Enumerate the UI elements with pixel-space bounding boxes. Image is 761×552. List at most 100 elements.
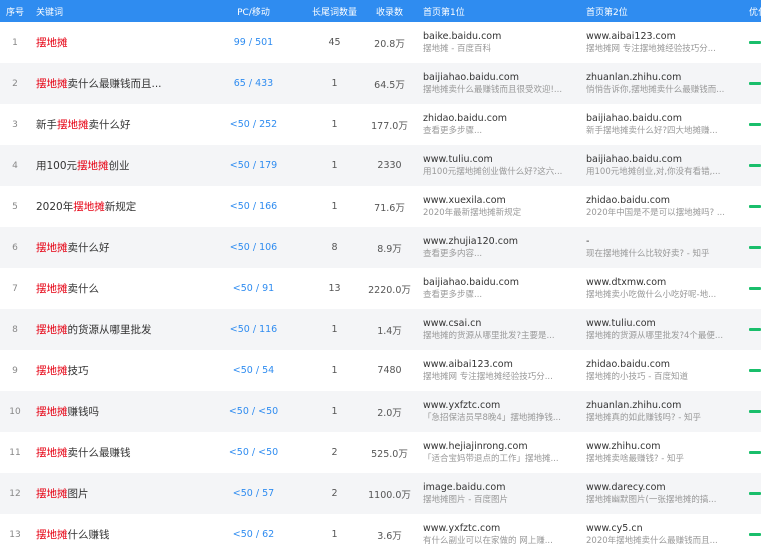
keyword-cell[interactable]: 新手摆地摊卖什么好 [30,104,200,145]
pc-mobile-value[interactable]: <50 / 179 [200,145,307,186]
table-row[interactable]: 2 摆地摊卖什么最赚钱而且... 65 / 433 1 64.5万 baijiahao.b… [0,63,761,104]
site-url[interactable]: www.tuliu.com [423,153,580,166]
table-row[interactable]: 6 摆地摊卖什么好 <50 / 106 8 8.9万 www.zhujia120.com 查… [0,227,761,268]
table-row[interactable]: 1 摆地摊 99 / 501 45 20.8万 baike.baidu.com 摆地摊 - … [0,22,761,63]
keyword-cell[interactable]: 摆地摊赚钱吗 [30,391,200,432]
keyword-cell[interactable]: 摆地摊什么赚钱 [30,514,200,552]
site-description[interactable]: 摆地摊的小技巧 - 百度知道 [586,371,743,384]
site-url[interactable]: www.zhujia120.com [423,235,580,248]
pc-mobile-value[interactable]: <50 / 91 [200,268,307,309]
pc-mobile-value[interactable]: 99 / 501 [200,22,307,63]
site-url[interactable]: www.xuexila.com [423,194,580,207]
keyword-cell[interactable]: 摆地摊 [30,22,200,63]
keyword-cell[interactable]: 摆地摊图片 [30,473,200,514]
table-row[interactable]: 8 摆地摊的货源从哪里批发 <50 / 116 1 1.4万 www.csai.cn 摆地摊… [0,309,761,350]
pc-mobile-value[interactable]: <50 / 116 [200,309,307,350]
pc-mobile-value[interactable]: <50 / <50 [200,432,307,473]
site-url[interactable]: baijiahao.baidu.com [423,71,580,84]
table-row[interactable]: 4 用100元摆地摊创业 <50 / 179 1 2330 www.tuliu.com 用1… [0,145,761,186]
table-row[interactable]: 10 摆地摊赚钱吗 <50 / <50 1 2.0万 www.yxfztc.com 「急招保… [0,391,761,432]
pc-mobile-value[interactable]: 65 / 433 [200,63,307,104]
site-description[interactable]: 摆地摊 - 百度百科 [423,43,580,56]
keyword-cell[interactable]: 摆地摊卖什么 [30,268,200,309]
site-url[interactable]: www.zhihu.com [586,440,743,453]
site-description[interactable]: 摆地摊卖啥最赚钱? - 知乎 [586,453,743,466]
pc-mobile-value[interactable]: <50 / 106 [200,227,307,268]
site-url[interactable]: www.tuliu.com [586,317,743,330]
pc-mobile-value[interactable]: <50 / 252 [200,104,307,145]
col-long-tail-header[interactable]: 长尾词数量 [307,0,362,22]
table-row[interactable]: 11 摆地摊卖什么最赚钱 <50 / <50 2 525.0万 www.hejiajinr… [0,432,761,473]
site-description[interactable]: 摆地摊网 专注摆地摊经验技巧分... [423,371,580,384]
site-url[interactable]: zhidao.baidu.com [423,112,580,125]
site-url[interactable]: www.dtxmw.com [586,276,743,289]
site-description[interactable]: 摆地摊的货源从哪里批发?4个最便... [586,330,743,343]
keyword-cell[interactable]: 摆地摊卖什么好 [30,227,200,268]
pc-mobile-value[interactable]: <50 / 62 [200,514,307,552]
site-description[interactable]: 摆地摊的货源从哪里批发?主要是... [423,330,580,343]
site-url[interactable]: zhuanlan.zhihu.com [586,399,743,412]
site-description[interactable]: 摆地摊幽默图片(一张摆地摊的搞... [586,494,743,507]
site-url[interactable]: www.csai.cn [423,317,580,330]
keyword-cell[interactable]: 2020年摆地摊新规定 [30,186,200,227]
site-description[interactable]: 2020年最新摆地摊新规定 [423,207,580,220]
col-optimize-header[interactable]: 优化 [743,0,761,22]
site-description[interactable]: 摆地摊图片 - 百度图片 [423,494,580,507]
pc-mobile-value[interactable]: <50 / 54 [200,350,307,391]
site-description[interactable]: 摆地摊真的如此赚钱吗? - 知乎 [586,412,743,425]
site-url[interactable]: baijiahao.baidu.com [586,153,743,166]
site-url[interactable]: www.aibai123.com [423,358,580,371]
site-url[interactable]: zhidao.baidu.com [586,194,743,207]
site-description[interactable]: 新手摆地摊卖什么好?四大地摊赚... [586,125,743,138]
pc-mobile-value[interactable]: <50 / 166 [200,186,307,227]
col-pc-mobile-header[interactable]: PC/移动 [200,0,307,22]
site-url[interactable]: baijiahao.baidu.com [423,276,580,289]
keyword-cell[interactable]: 摆地摊技巧 [30,350,200,391]
rank1-cell: www.aibai123.com 摆地摊网 专注摆地摊经验技巧分... [417,350,580,391]
table-row[interactable]: 5 2020年摆地摊新规定 <50 / 166 1 71.6万 www.xuexila.c… [0,186,761,227]
site-url[interactable]: baike.baidu.com [423,30,580,43]
keyword-cell[interactable]: 摆地摊卖什么最赚钱而且... [30,63,200,104]
table-row[interactable]: 9 摆地摊技巧 <50 / 54 1 7480 www.aibai123.com 摆地摊网 … [0,350,761,391]
site-description[interactable]: 「适合宝妈带退点的工作」摆地摊... [423,453,580,466]
site-description[interactable]: 「急招保洁员早8晚4」摆地摊挣钱... [423,412,580,425]
keyword-cell[interactable]: 摆地摊卖什么最赚钱 [30,432,200,473]
site-url[interactable]: zhuanlan.zhihu.com [586,71,743,84]
col-keyword-header[interactable]: 关键词 [30,0,200,22]
table-row[interactable]: 13 摆地摊什么赚钱 <50 / 62 1 3.6万 www.yxfztc.com 有什么副… [0,514,761,552]
site-url[interactable]: image.baidu.com [423,481,580,494]
site-url[interactable]: www.hejiajinrong.com [423,440,580,453]
site-description[interactable]: 2020年中国是不是可以摆地摊吗? ... [586,207,743,220]
site-url[interactable]: www.yxfztc.com [423,399,580,412]
rank2-cell: www.cy5.cn 2020年摆地摊卖什么最赚钱而且... [580,514,743,552]
site-description[interactable]: 用100元摆地摊创业做什么好?这六... [423,166,580,179]
site-description[interactable]: 查看更多内容... [423,248,580,261]
table-row[interactable]: 3 新手摆地摊卖什么好 <50 / 252 1 177.0万 zhidao.baidu.c… [0,104,761,145]
keyword-cell[interactable]: 用100元摆地摊创业 [30,145,200,186]
site-description[interactable]: 摆地摊卖小吃做什么小吃好呢-地... [586,289,743,302]
site-url[interactable]: baijiahao.baidu.com [586,112,743,125]
row-index: 12 [9,488,21,499]
keyword-highlight: 摆地摊 [36,78,68,90]
site-url[interactable]: - [586,235,743,248]
site-url[interactable]: www.yxfztc.com [423,522,580,535]
pc-mobile-value[interactable]: <50 / 57 [200,473,307,514]
keyword-cell[interactable]: 摆地摊的货源从哪里批发 [30,309,200,350]
site-url[interactable]: zhidao.baidu.com [586,358,743,371]
col-indexed-header[interactable]: 收录数 [362,0,417,22]
site-url[interactable]: www.aibai123.com [586,30,743,43]
site-description[interactable]: 2020年摆地摊卖什么最赚钱而且... [586,535,743,548]
site-description[interactable]: 现在摆地摊什么比较好卖? - 知乎 [586,248,743,261]
site-url[interactable]: www.cy5.cn [586,522,743,535]
site-description[interactable]: 摆地摊网 专注摆地摊经验技巧分... [586,43,743,56]
site-url[interactable]: www.darecy.com [586,481,743,494]
site-description[interactable]: 用100元地摊创业,对,你没有看错,... [586,166,743,179]
pc-mobile-value[interactable]: <50 / <50 [200,391,307,432]
site-description[interactable]: 查看更多步骤... [423,125,580,138]
site-description[interactable]: 摆地摊卖什么最赚钱而且很受欢迎!... [423,84,580,97]
table-row[interactable]: 12 摆地摊图片 <50 / 57 2 1100.0万 image.baidu.com 摆地… [0,473,761,514]
site-description[interactable]: 悄悄告诉你,摆地摊卖什么最赚钱而... [586,84,743,97]
site-description[interactable]: 有什么副业可以在家做的 网上赚... [423,535,580,548]
table-row[interactable]: 7 摆地摊卖什么 <50 / 91 13 2220.0万 baijiahao.baidu.… [0,268,761,309]
site-description[interactable]: 查看更多步骤... [423,289,580,302]
